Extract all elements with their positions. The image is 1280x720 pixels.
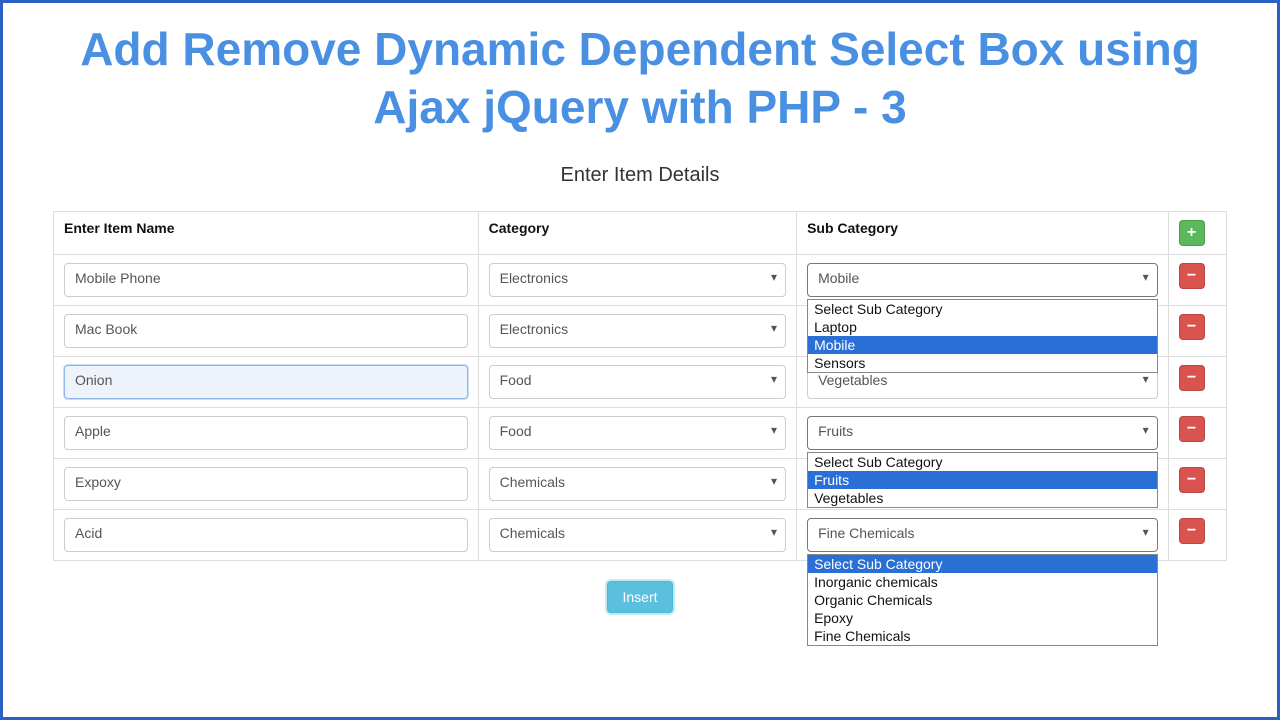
dropdown-option[interactable]: Sensors [808,354,1157,372]
item-name-input[interactable]: Apple [64,416,468,450]
dropdown-option[interactable]: Select Sub Category [808,555,1157,573]
minus-icon: − [1187,268,1196,284]
col-header-category: Category [478,212,796,255]
dropdown-option[interactable]: Mobile [808,336,1157,354]
subcategory-select[interactable]: Fine Chemicals [807,518,1158,552]
category-select[interactable]: Electronics [489,314,786,348]
subcategory-select[interactable]: Mobile [807,263,1158,297]
item-table: Enter Item Name Category Sub Category + … [53,211,1227,561]
minus-icon: − [1187,421,1196,437]
category-select[interactable]: Chemicals [489,467,786,501]
minus-icon: − [1187,319,1196,335]
category-select[interactable]: Food [489,365,786,399]
item-name-input[interactable]: Mobile Phone [64,263,468,297]
col-header-name: Enter Item Name [54,212,479,255]
dropdown-option[interactable]: Fruits [808,471,1157,489]
category-select[interactable]: Food [489,416,786,450]
plus-icon: + [1187,225,1196,241]
minus-icon: − [1187,523,1196,539]
dropdown-option[interactable]: Fine Chemicals [808,627,1157,645]
remove-row-button[interactable]: − [1179,365,1205,391]
item-name-input[interactable]: Acid [64,518,468,552]
dropdown-option[interactable]: Epoxy [808,609,1157,627]
minus-icon: − [1187,370,1196,386]
dropdown-option[interactable]: Inorganic chemicals [808,573,1157,591]
subcategory-dropdown: Select Sub CategoryLaptopMobileSensors [807,299,1158,373]
subcategory-dropdown: Select Sub CategoryInorganic chemicalsOr… [807,554,1158,646]
subcategory-select[interactable]: Fruits [807,416,1158,450]
remove-row-button[interactable]: − [1179,467,1205,493]
dropdown-option[interactable]: Vegetables [808,489,1157,507]
dropdown-option[interactable]: Organic Chemicals [808,591,1157,609]
minus-icon: − [1187,472,1196,488]
remove-row-button[interactable]: − [1179,314,1205,340]
remove-row-button[interactable]: − [1179,416,1205,442]
dropdown-option[interactable]: Select Sub Category [808,300,1157,318]
remove-row-button[interactable]: − [1179,518,1205,544]
page-title: Add Remove Dynamic Dependent Select Box … [53,21,1227,136]
col-header-subcategory: Sub Category [797,212,1169,255]
form-subtitle: Enter Item Details [53,164,1227,187]
item-name-input[interactable]: Mac Book [64,314,468,348]
table-row: AppleFoodFruitsSelect Sub CategoryFruits… [54,408,1227,459]
item-name-input[interactable]: Expoxy [64,467,468,501]
dropdown-option[interactable]: Select Sub Category [808,453,1157,471]
table-row: AcidChemicalsFine ChemicalsSelect Sub Ca… [54,510,1227,561]
item-name-input[interactable]: Onion [64,365,468,399]
table-row: Mobile PhoneElectronicsMobileSelect Sub … [54,255,1227,306]
subcategory-dropdown: Select Sub CategoryFruitsVegetables [807,452,1158,508]
dropdown-option[interactable]: Laptop [808,318,1157,336]
remove-row-button[interactable]: − [1179,263,1205,289]
category-select[interactable]: Electronics [489,263,786,297]
add-row-button[interactable]: + [1179,220,1205,246]
insert-button[interactable]: Insert [607,581,672,613]
category-select[interactable]: Chemicals [489,518,786,552]
